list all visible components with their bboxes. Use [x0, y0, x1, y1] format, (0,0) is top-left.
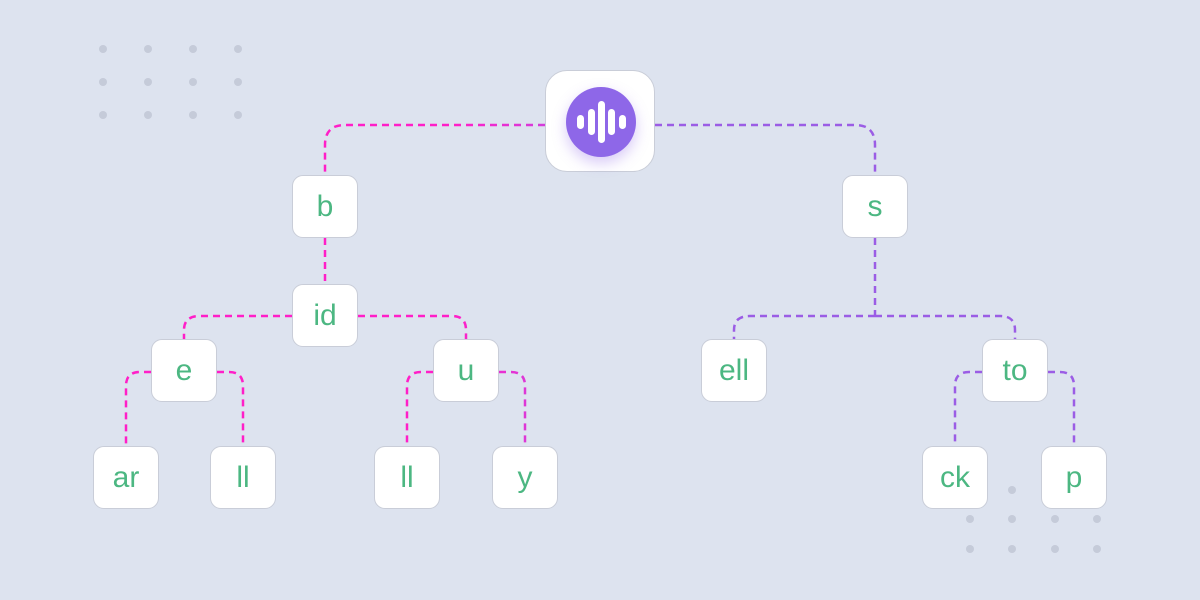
- node-p: p: [1041, 446, 1107, 509]
- node-ll-left: ll: [210, 446, 276, 509]
- node-ell: ell: [701, 339, 767, 402]
- edge-to-p: [1048, 370, 1076, 446]
- edge-s-to: [875, 314, 1017, 339]
- node-ar: ar: [93, 446, 159, 509]
- node-to: to: [982, 339, 1048, 402]
- node-e: e: [151, 339, 217, 402]
- node-ll-right: ll: [374, 446, 440, 509]
- edge-e-ll: [217, 370, 245, 446]
- node-ck: ck: [922, 446, 988, 509]
- edge-s-ell: [732, 314, 875, 339]
- edge-to-ck: [953, 370, 982, 446]
- node-s: s: [842, 175, 908, 238]
- edge-e-ar: [124, 370, 151, 446]
- edge-id-e: [182, 314, 292, 339]
- audio-waveform-icon: [566, 87, 636, 157]
- edge-u-ll: [405, 370, 433, 446]
- node-u: u: [433, 339, 499, 402]
- edge-root-s: [655, 123, 877, 175]
- root-node: [545, 70, 655, 172]
- edge-u-y: [499, 370, 527, 446]
- edge-id-u: [358, 314, 468, 339]
- edge-root-b: [323, 123, 545, 175]
- node-b: b: [292, 175, 358, 238]
- node-id: id: [292, 284, 358, 347]
- node-y: y: [492, 446, 558, 509]
